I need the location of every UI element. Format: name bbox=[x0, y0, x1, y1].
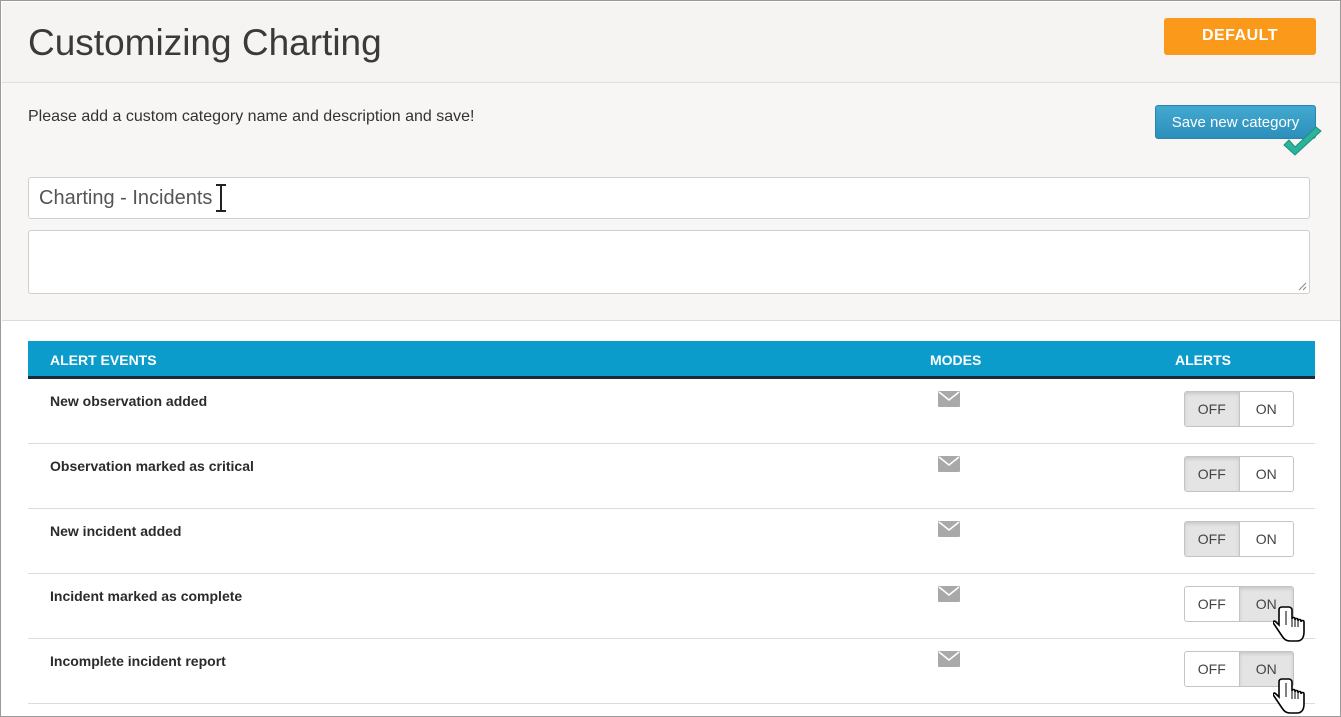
alert-toggle[interactable]: OFF ON bbox=[1184, 456, 1294, 492]
category-name-value: Charting - Incidents bbox=[39, 186, 213, 209]
envelope-icon[interactable] bbox=[938, 456, 960, 472]
app-window: Customizing Charting DEFAULT Please add … bbox=[0, 0, 1341, 717]
table-header: ALERT EVENTS MODES ALERTS bbox=[28, 341, 1315, 379]
category-form: Please add a custom category name and de… bbox=[2, 83, 1340, 321]
alert-toggle[interactable]: OFF ON bbox=[1184, 391, 1294, 427]
alert-toggle[interactable]: OFF ON bbox=[1184, 521, 1294, 557]
form-instructions: Please add a custom category name and de… bbox=[28, 108, 475, 125]
column-header-modes: MODES bbox=[930, 352, 982, 368]
toggle-on-option[interactable]: ON bbox=[1240, 392, 1294, 426]
table-row: Incomplete incident report OFF ON bbox=[28, 639, 1315, 704]
alert-event-label: Observation marked as critical bbox=[50, 458, 254, 474]
toggle-off-option[interactable]: OFF bbox=[1185, 392, 1240, 426]
envelope-icon[interactable] bbox=[938, 521, 960, 537]
toggle-on-option[interactable]: ON bbox=[1240, 457, 1294, 491]
page-header: Customizing Charting DEFAULT bbox=[2, 2, 1340, 83]
table-row: New incident added OFF ON bbox=[28, 509, 1315, 574]
table-row: New observation added OFF ON bbox=[28, 379, 1315, 444]
hand-pointer-cursor-icon bbox=[1273, 606, 1305, 642]
toggle-off-option[interactable]: OFF bbox=[1185, 457, 1240, 491]
toggle-off-option[interactable]: OFF bbox=[1185, 652, 1240, 686]
alert-event-label: Incident marked as complete bbox=[50, 588, 243, 604]
envelope-icon[interactable] bbox=[938, 651, 960, 667]
toggle-on-option[interactable]: ON bbox=[1240, 522, 1294, 556]
hand-pointer-cursor-icon bbox=[1273, 678, 1305, 714]
alert-event-label: New observation added bbox=[50, 393, 208, 409]
alert-event-label: Incomplete incident report bbox=[50, 653, 226, 669]
resize-grip-icon[interactable] bbox=[1298, 282, 1307, 291]
column-header-alert-events: ALERT EVENTS bbox=[50, 352, 157, 368]
toggle-off-option[interactable]: OFF bbox=[1185, 587, 1240, 621]
page-title: Customizing Charting bbox=[28, 22, 382, 63]
table-row: Incident marked as complete OFF ON bbox=[28, 574, 1315, 639]
alert-events-table: ALERT EVENTS MODES ALERTS New observatio… bbox=[28, 341, 1315, 704]
envelope-icon[interactable] bbox=[938, 391, 960, 407]
category-description-textarea[interactable] bbox=[28, 230, 1310, 294]
default-button[interactable]: DEFAULT bbox=[1164, 18, 1316, 55]
envelope-icon[interactable] bbox=[938, 586, 960, 602]
text-cursor-icon bbox=[216, 184, 226, 212]
table-row: Observation marked as critical OFF ON bbox=[28, 444, 1315, 509]
column-header-alerts: ALERTS bbox=[1175, 352, 1231, 368]
alert-event-label: New incident added bbox=[50, 523, 182, 539]
checkmark-icon bbox=[1283, 126, 1322, 156]
toggle-off-option[interactable]: OFF bbox=[1185, 522, 1240, 556]
